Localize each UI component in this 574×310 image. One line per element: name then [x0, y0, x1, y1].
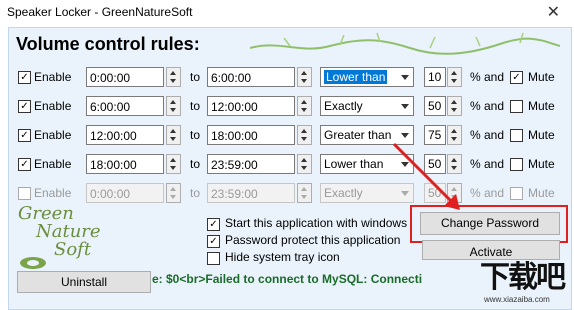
leaf-logo-icon — [20, 257, 46, 269]
to-time-spinner[interactable] — [297, 125, 312, 145]
uninstall-button[interactable]: Uninstall — [17, 271, 151, 293]
to-time-input[interactable]: 6:00:00 — [207, 67, 295, 87]
rule-row: ✓ Enable 18:00:00 to 23:59:00 Lower than… — [0, 154, 574, 176]
enable-label: Enable — [34, 99, 72, 113]
enable-checkbox[interactable]: ✓ — [18, 129, 31, 142]
percent-and-label: % and — [470, 186, 505, 200]
enable-label: Enable — [34, 157, 72, 171]
option-label: Hide system tray icon — [225, 250, 340, 264]
option-checkbox[interactable] — [207, 252, 220, 265]
enable-checkbox[interactable] — [18, 187, 31, 200]
volume-spinner[interactable] — [447, 67, 462, 87]
from-time-spinner[interactable] — [166, 183, 181, 203]
title-bar: Speaker Locker - GreenNatureSoft ✕ — [0, 0, 574, 26]
red-arrow-icon — [392, 142, 460, 210]
to-label: to — [190, 157, 201, 171]
to-label: to — [190, 70, 201, 84]
percent-and-label: % and — [470, 157, 505, 171]
to-time-spinner[interactable] — [297, 67, 312, 87]
chevron-down-icon — [401, 75, 409, 80]
from-time-input[interactable]: 0:00:00 — [86, 183, 164, 203]
enable-label: Enable — [34, 186, 72, 200]
percent-and-label: % and — [470, 70, 505, 84]
to-time-spinner[interactable] — [297, 183, 312, 203]
condition-value: Lower than — [324, 70, 388, 84]
condition-value: Exactly — [324, 99, 363, 113]
volume-spinner[interactable] — [447, 96, 462, 116]
page-title: Volume control rules: — [16, 34, 200, 54]
enable-label: Enable — [34, 70, 72, 84]
watermark-url: www.xiazaiba.com — [484, 295, 550, 304]
chevron-down-icon — [401, 104, 409, 109]
rule-row: ✓ Enable 6:00:00 to 12:00:00 Exactly 50 … — [0, 96, 574, 118]
chevron-down-icon — [401, 133, 409, 138]
mute-label: Mute — [528, 99, 555, 113]
condition-select[interactable]: Lower than — [320, 67, 414, 87]
to-label: to — [190, 186, 201, 200]
rule-row: ✓ Enable 0:00:00 to 6:00:00 Lower than 1… — [0, 67, 574, 89]
volume-value-input[interactable]: 10 — [424, 67, 446, 87]
option-checkbox[interactable]: ✓ — [207, 218, 220, 231]
greennaturesoft-logo: Green Nature Soft — [18, 203, 101, 260]
from-time-input[interactable]: 18:00:00 — [86, 154, 164, 174]
enable-checkbox[interactable]: ✓ — [18, 158, 31, 171]
to-time-input[interactable]: 23:59:00 — [207, 154, 295, 174]
rule-row: Enable 0:00:00 to 23:59:00 Exactly 50 % … — [0, 183, 574, 205]
status-message: e: $0<br>Failed to connect to MySQL: Con… — [152, 272, 422, 286]
from-time-input[interactable]: 6:00:00 — [86, 96, 164, 116]
rule-row: ✓ Enable 12:00:00 to 18:00:00 Greater th… — [0, 125, 574, 147]
enable-checkbox[interactable]: ✓ — [18, 71, 31, 84]
to-time-input[interactable]: 23:59:00 — [207, 183, 295, 203]
mute-checkbox[interactable] — [510, 158, 523, 171]
mute-checkbox[interactable] — [510, 129, 523, 142]
percent-and-label: % and — [470, 99, 505, 113]
percent-and-label: % and — [470, 128, 505, 142]
volume-value-input[interactable]: 50 — [424, 96, 446, 116]
watermark-logo: 下载吧 — [480, 261, 566, 294]
vine-decoration-icon — [250, 32, 560, 55]
from-time-spinner[interactable] — [166, 67, 181, 87]
to-time-input[interactable]: 12:00:00 — [207, 96, 295, 116]
option-label: Password protect this application — [225, 233, 401, 247]
from-time-input[interactable]: 0:00:00 — [86, 67, 164, 87]
from-time-spinner[interactable] — [166, 154, 181, 174]
to-label: to — [190, 99, 201, 113]
mute-label: Mute — [528, 157, 555, 171]
window-title: Speaker Locker - GreenNatureSoft — [7, 5, 193, 19]
mute-checkbox[interactable] — [510, 100, 523, 113]
from-time-spinner[interactable] — [166, 125, 181, 145]
enable-label: Enable — [34, 128, 72, 142]
enable-checkbox[interactable]: ✓ — [18, 100, 31, 113]
condition-value: Lower than — [324, 157, 384, 171]
to-label: to — [190, 128, 201, 142]
condition-value: Exactly — [324, 186, 363, 200]
mute-label: Mute — [528, 186, 555, 200]
mute-label: Mute — [528, 70, 555, 84]
from-time-spinner[interactable] — [166, 96, 181, 116]
close-icon[interactable]: ✕ — [547, 2, 560, 22]
mute-checkbox[interactable]: ✓ — [510, 71, 523, 84]
to-time-spinner[interactable] — [297, 96, 312, 116]
mute-label: Mute — [528, 128, 555, 142]
to-time-spinner[interactable] — [297, 154, 312, 174]
condition-value: Greater than — [324, 128, 392, 142]
from-time-input[interactable]: 12:00:00 — [86, 125, 164, 145]
condition-select[interactable]: Exactly — [320, 96, 414, 116]
mute-checkbox[interactable] — [510, 187, 523, 200]
option-checkbox[interactable]: ✓ — [207, 235, 220, 248]
to-time-input[interactable]: 18:00:00 — [207, 125, 295, 145]
option-label: Start this application with windows — [225, 216, 408, 230]
